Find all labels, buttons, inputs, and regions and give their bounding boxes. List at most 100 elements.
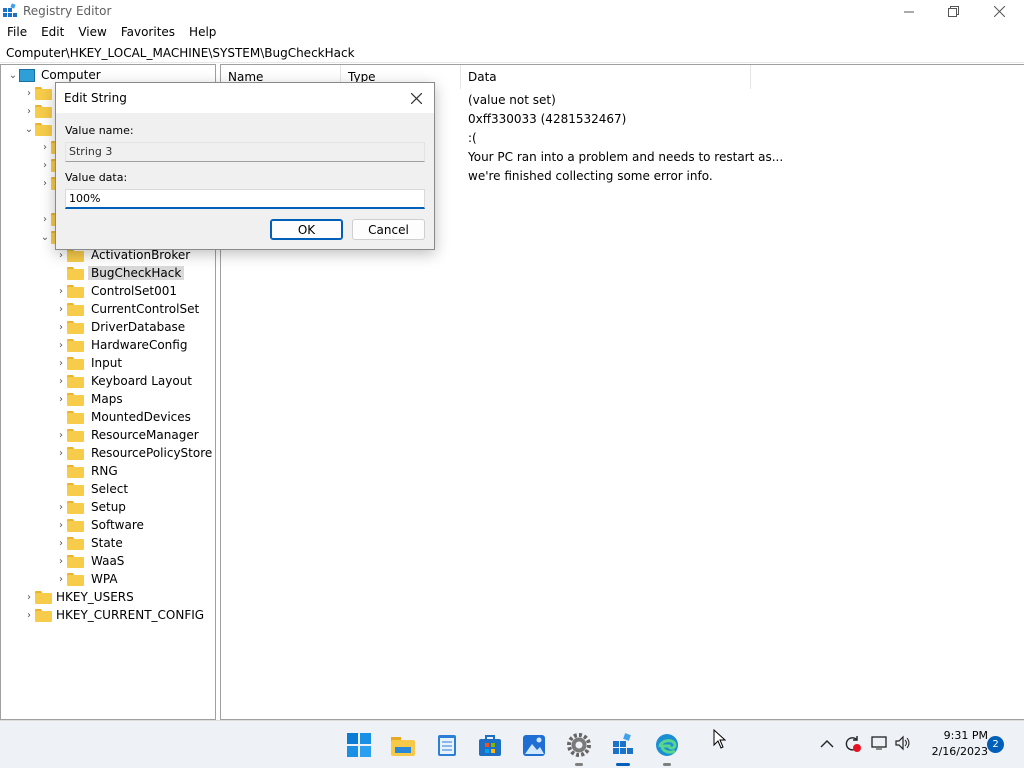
tree-root-hkey-users[interactable]: › HKEY_USERS [23,588,134,606]
chevron-right-icon[interactable]: › [39,210,51,228]
chevron-right-icon[interactable]: › [55,570,67,588]
menu-file[interactable]: File [0,23,34,43]
tree-item-subkey[interactable]: Select [55,480,131,498]
dialog-close-button[interactable] [406,88,426,108]
start-button[interactable] [346,732,372,758]
folder-icon [67,536,84,550]
chevron-right-icon[interactable]: › [39,138,51,156]
taskbar-store[interactable] [477,732,503,758]
chevron-right-icon[interactable]: › [55,516,67,534]
taskbar-photos[interactable] [521,732,547,758]
taskbar-file-explorer[interactable] [390,732,416,758]
tree-item-subkey[interactable]: › Keyboard Layout [55,372,195,390]
tree-label: CurrentControlSet [91,302,200,316]
chevron-up-icon[interactable] [820,735,834,753]
store-icon [479,735,501,756]
taskbar-registry-editor[interactable] [610,732,636,766]
tree-item-subkey[interactable]: › WaaS [55,552,127,570]
chevron-right-icon[interactable]: › [55,534,67,552]
folder-icon [67,284,84,298]
folder-icon [67,446,84,460]
tree-item-hidden[interactable]: › [23,102,56,120]
tree-item-subkey[interactable]: MountedDevices [55,408,194,426]
tree-item-subkey[interactable]: › State [55,534,126,552]
tree-root-hkey-current-config[interactable]: › HKEY_CURRENT_CONFIG [23,606,204,624]
minimize-button[interactable] [886,0,932,23]
tree-item-subkey[interactable]: › CurrentControlSet [55,300,202,318]
edge-icon [656,734,678,756]
cancel-button[interactable]: Cancel [352,219,425,240]
chevron-down-icon[interactable]: ⌄ [39,228,51,246]
tree-item-subkey[interactable]: › DriverDatabase [55,318,188,336]
chevron-right-icon[interactable]: › [39,156,51,174]
chevron-right-icon[interactable]: › [23,606,35,624]
menu-edit[interactable]: Edit [34,23,71,43]
update-icon[interactable] [843,735,861,757]
chevron-right-icon[interactable]: › [55,300,67,318]
volume-icon[interactable] [894,735,912,755]
taskbar-notepad[interactable] [434,732,460,758]
taskbar-settings[interactable] [566,732,592,766]
folder-icon [67,428,84,442]
tree-item-subkey[interactable]: › ResourceManager [55,426,202,444]
tree-item-subkey[interactable]: › ControlSet001 [55,282,180,300]
tree-item-subkey[interactable]: › ResourcePolicyStore [55,444,215,462]
tree-item-subkey[interactable]: RNG [55,462,121,480]
tree-item-hidden[interactable]: › [23,84,56,102]
tree-item-subkey[interactable]: › WPA [55,570,121,588]
dialog-title-bar: Edit String [56,83,434,113]
chevron-right-icon[interactable]: › [39,174,51,192]
tree-item-subkey[interactable]: › Input [55,354,125,372]
maximize-button[interactable] [930,0,976,23]
system-clock[interactable]: 9:31 PM 2/16/2023 [920,728,988,760]
chevron-down-icon[interactable]: ⌄ [23,120,35,138]
value-data-cell[interactable]: we're finished collecting some error inf… [468,169,713,183]
chevron-right-icon[interactable]: › [55,318,67,336]
column-header-data[interactable]: Data [461,65,751,89]
folder-icon [67,320,84,334]
chevron-right-icon[interactable]: › [55,426,67,444]
chevron-right-icon[interactable]: › [55,390,67,408]
value-data-input[interactable]: 100% [65,189,425,209]
chevron-right-icon[interactable]: › [55,552,67,570]
menu-favorites[interactable]: Favorites [114,23,182,43]
computer-icon [19,68,35,82]
chevron-right-icon[interactable]: › [55,354,67,372]
folder-icon [67,500,84,514]
tree-item-hidden[interactable]: ⌄ [23,120,56,138]
minimize-icon [904,11,914,12]
tree-item-subkey[interactable]: › Maps [55,390,126,408]
close-icon [993,6,1005,17]
value-data-cell[interactable]: Your PC ran into a problem and needs to … [468,150,783,164]
value-name-field: String 3 [65,142,425,162]
dialog-title: Edit String [64,91,127,105]
close-button[interactable] [976,0,1022,23]
chevron-right-icon[interactable]: › [55,282,67,300]
tree-item-subkey[interactable]: › Software [55,516,147,534]
value-data-cell[interactable]: 0xff330033 (4281532467) [468,112,626,126]
taskbar-edge[interactable] [654,732,680,766]
menu-help[interactable]: Help [182,23,223,43]
tree-label: State [91,536,123,550]
network-icon[interactable] [871,735,889,755]
tree-item-subkey[interactable]: › HardwareConfig [55,336,190,354]
tree-item-subkey[interactable]: › Setup [55,498,129,516]
chevron-right-icon[interactable]: › [23,84,35,102]
chevron-down-icon[interactable]: ⌄ [7,66,19,84]
address-bar[interactable]: Computer\HKEY_LOCAL_MACHINE\SYSTEM\BugCh… [0,44,1024,63]
value-data-cell[interactable]: :( [468,131,477,145]
value-data-cell[interactable]: (value not set) [468,93,556,107]
chevron-right-icon[interactable]: › [55,372,67,390]
tree-label: Input [91,356,123,370]
chevron-right-icon[interactable]: › [55,498,67,516]
notification-badge[interactable]: 2 [987,736,1004,753]
chevron-right-icon[interactable]: › [55,444,67,462]
tree-label: Maps [91,392,123,406]
ok-button[interactable]: OK [270,219,343,240]
chevron-right-icon[interactable]: › [23,102,35,120]
chevron-right-icon[interactable]: › [55,336,67,354]
chevron-right-icon[interactable]: › [23,588,35,606]
tree-item-subkey[interactable]: BugCheckHack [55,264,185,282]
menu-view[interactable]: View [71,23,113,43]
